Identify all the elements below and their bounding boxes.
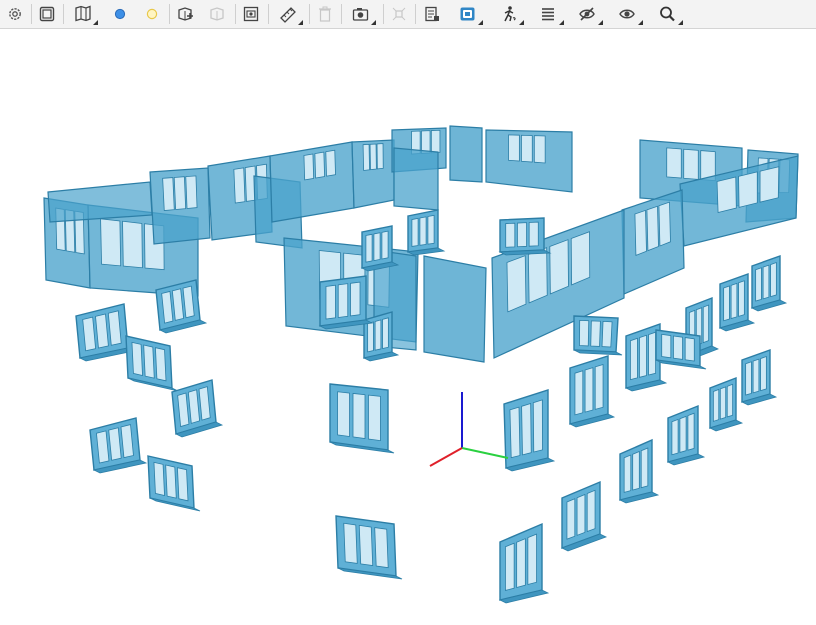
search-icon[interactable]: [653, 3, 683, 25]
list-icon[interactable]: [534, 3, 564, 25]
model-scene[interactable]: [0, 30, 816, 625]
window-unit[interactable]: [171, 379, 224, 438]
wall-panel[interactable]: [393, 147, 439, 211]
window-unit[interactable]: [503, 389, 556, 472]
section-icon[interactable]: [453, 3, 483, 25]
window-unit[interactable]: [329, 383, 395, 454]
window-unit[interactable]: [498, 522, 550, 604]
dropdown-arrow-icon: [559, 20, 564, 25]
dropdown-arrow-icon: [638, 20, 643, 25]
window-unit[interactable]: [618, 438, 660, 504]
wall-panel[interactable]: [423, 255, 487, 363]
yellow-circle-icon[interactable]: [140, 3, 164, 25]
dropdown-arrow-icon: [678, 20, 683, 25]
window-unit[interactable]: [406, 209, 446, 256]
window-unit[interactable]: [740, 349, 778, 406]
dropdown-arrow-icon: [93, 20, 98, 25]
wall-panel[interactable]: [269, 141, 355, 223]
dropdown-arrow-icon: [371, 20, 376, 25]
trash-icon: [313, 3, 337, 25]
copy-box-icon: [205, 3, 229, 25]
window-unit[interactable]: [498, 217, 552, 256]
window-unit[interactable]: [573, 315, 623, 356]
dropdown-arrow-icon: [519, 20, 524, 25]
window-unit[interactable]: [718, 273, 756, 332]
wall-panel[interactable]: [149, 167, 211, 245]
window-unit[interactable]: [125, 335, 179, 392]
settings-icon[interactable]: [3, 3, 27, 25]
dropdown-arrow-icon: [598, 20, 603, 25]
window-unit[interactable]: [360, 225, 400, 272]
window-unit[interactable]: [655, 329, 707, 370]
window-unit[interactable]: [318, 275, 374, 330]
dropdown-arrow-icon: [478, 20, 483, 25]
frame-icon[interactable]: [35, 3, 59, 25]
3d-viewport[interactable]: [0, 30, 816, 625]
hide-icon[interactable]: [573, 3, 603, 25]
camera-icon[interactable]: [346, 3, 376, 25]
ruler-icon[interactable]: [273, 3, 303, 25]
window-unit[interactable]: [89, 417, 148, 474]
window-unit[interactable]: [708, 376, 744, 432]
window-unit[interactable]: [560, 480, 608, 552]
walk-icon[interactable]: [494, 3, 524, 25]
window-unit[interactable]: [75, 303, 136, 362]
wall-panel[interactable]: [47, 181, 153, 223]
dropdown-arrow-icon: [298, 20, 303, 25]
axis-triad[interactable]: [429, 392, 509, 467]
box-camera-icon[interactable]: [239, 3, 263, 25]
properties-icon[interactable]: [420, 3, 444, 25]
toolbar: [0, 0, 816, 29]
window-unit[interactable]: [147, 455, 201, 512]
window-unit[interactable]: [335, 515, 403, 580]
wall-panel[interactable]: [449, 125, 483, 183]
window-unit[interactable]: [568, 355, 616, 428]
explode-icon: [387, 3, 411, 25]
window-unit[interactable]: [750, 255, 788, 312]
wall-panel[interactable]: [485, 129, 573, 193]
map-icon[interactable]: [68, 3, 98, 25]
add-box-icon[interactable]: [173, 3, 197, 25]
eye-icon[interactable]: [613, 3, 643, 25]
blue-circle-icon[interactable]: [108, 3, 132, 25]
window-unit[interactable]: [666, 404, 706, 466]
wall-panel[interactable]: [621, 189, 685, 295]
wall-panel[interactable]: [351, 139, 395, 209]
